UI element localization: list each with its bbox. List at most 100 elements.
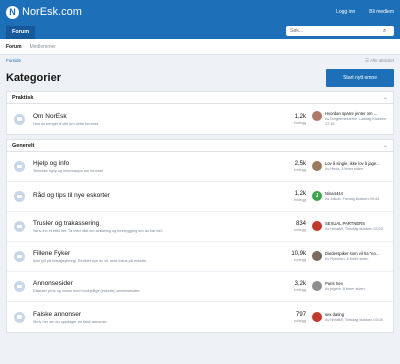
post-count: 1,2k innlegg [272,191,312,202]
post-count: 3,2k innlegg [272,281,312,292]
post-count-value: 1,2k [294,191,306,197]
forum-icon [14,191,25,202]
collapse-chevron-icon[interactable]: ⌄ [383,94,388,101]
forum-title-link[interactable]: Falske annonser [33,311,272,318]
forum-info: Annonsesider Diskuter jevis og minus med… [33,280,272,293]
category-section: Generelt ⌄ Hjelp og info Tekniske hjelp … [6,139,394,333]
post-count-label: innlegg [293,120,306,125]
avatar[interactable]: J [312,191,322,202]
tab-forum[interactable]: Forum [6,26,36,39]
last-post-title-link[interactable]: Lov å single, ikke lov å jage... [325,161,380,166]
all-activity-link[interactable]: ☰ Alle aktivitet [365,58,394,64]
main-nav: Forum ⌕ [0,24,400,39]
forum-description: Ikke fyll på bidragsyteregl. Etotidet ny… [33,259,148,263]
last-post-text: SEXUAL PARTNERS Av hbhaMl, Torsdag klokk… [325,221,383,232]
last-post-title-link[interactable]: Hvordan sparre jenter om ... [325,111,388,116]
last-post-meta: Av jegem, 8 timer siden [325,287,365,292]
post-count: 1,2k innlegg [272,114,312,125]
post-count-value: 10,9k [291,251,306,257]
sub-nav: Forum Medlemmer [0,39,400,55]
post-count-value: 1,2k [294,113,306,120]
last-post: Diederspiker som vil ha "no... Av Ryente… [312,251,388,262]
collapse-chevron-icon[interactable]: ⌄ [383,142,388,149]
last-post-meta: Av Ryenten, 8 timer siden [325,257,369,262]
last-post-meta: Av Hexa, 3 timer siden [325,167,364,172]
section-title: Generelt [12,142,35,149]
last-post-meta: Av Jakob, Fredag klokken 09:44 [325,197,380,202]
forum-description: Tekniske hjelp og informasjon om forumet [33,169,104,173]
post-count-value: 834 [295,221,306,227]
forum-title-link[interactable]: Råd og tips til nye eskorter [33,192,272,199]
last-post-text: Hvordan sparre jenter om ... Av borgerme… [325,111,388,127]
user-links: Logg inn Bli medlem [336,9,394,15]
search-box[interactable]: ⌕ [286,26,394,36]
site-logo[interactable]: N NorEsk.com [6,5,82,19]
title-row: Kategorier Start nytt emne [0,67,400,87]
subnav-members[interactable]: Medlemmer [30,44,56,50]
last-post: Hvordan sparre jenter om ... Av borgerme… [312,111,388,127]
top-header: N NorEsk.com Logg inn Bli medlem [0,0,400,24]
last-post-title-link[interactable]: Diederspiker som vil ha "no... [325,251,379,256]
forum-description: Diskuter jevis og minus med forskjellige… [33,289,141,293]
forum-row: Annonsesider Diskuter jevis og minus med… [7,272,393,302]
last-post-title-link[interactable]: sex dating [325,312,383,317]
forum-description: Skriv her om du oppdager en falsk annons… [33,319,108,324]
last-post-title-link[interactable]: Paris Sex [325,281,365,286]
forum-title-link[interactable]: Om NorEsk [33,113,272,120]
avatar[interactable] [312,111,322,122]
section-header[interactable]: Praktisk ⌄ [7,92,393,104]
avatar[interactable] [312,221,322,232]
login-link[interactable]: Logg inn [336,9,355,15]
forum-row: Om NorEsk Hva du trenger å vite om dette… [7,104,393,134]
last-post-meta: Av borgermesteren, Lørdag Klokken 17:18 [325,117,386,126]
forum-row: Falske annonser Skriv her om du oppdager… [7,302,393,332]
all-activity-label: Alle aktivitet [369,58,394,63]
post-count-label: innlegg [293,198,306,202]
last-post-title-link[interactable]: Nina4444 [325,191,379,196]
avatar[interactable] [312,161,322,172]
nav-tabs: Forum [6,26,36,39]
last-post: sex dating Av hbhaMl, Torsdag klokken 03… [312,311,388,323]
post-count-value: 2,5k [294,161,306,167]
post-count-label: innlegg [293,258,306,262]
page-title: Kategorier [6,72,62,84]
post-count-value: 3,2k [294,281,306,287]
last-post-text: Nina4444 Av Jakob, Fredag klokken 09:44 [325,191,379,202]
breadcrumb-home[interactable]: Forside [6,58,21,64]
forum-icon [14,161,25,172]
forum-title-link[interactable]: Fillene Fyker [33,250,272,257]
forum-row: Trusler og trakassering Skriv inn et eti… [7,212,393,242]
post-count-label: innlegg [293,288,306,292]
start-topic-button[interactable]: Start nytt emne [326,69,394,87]
forum-title-link[interactable]: Hjelp og info [33,160,272,167]
forum-title-link[interactable]: Annonsesider [33,280,272,287]
forum-description: Skriv inn et etikt her. Ta med rådt om a… [33,229,163,233]
last-post: Paris Sex Av jegem, 8 timer siden [312,281,388,292]
avatar[interactable] [312,281,322,292]
subnav-forum[interactable]: Forum [6,44,22,50]
category-section: Praktisk ⌄ Om NorEsk Hva du trenger å vi… [6,91,394,135]
search-input[interactable] [290,28,380,34]
post-count: 834 innlegg [272,221,312,232]
post-count-value: 797 [295,311,306,318]
register-link[interactable]: Bli medlem [369,9,394,15]
search-icon[interactable]: ⌕ [383,28,386,35]
avatar[interactable] [312,251,322,262]
section-header[interactable]: Generelt ⌄ [7,140,393,152]
forum-icon [14,221,25,232]
forum-info: Hjelp og info Tekniske hjelp og informas… [33,160,272,173]
forum-row: Hjelp og info Tekniske hjelp og informas… [7,152,393,182]
last-post: SEXUAL PARTNERS Av hbhaMl, Torsdag klokk… [312,221,388,232]
post-count: 2,5k innlegg [272,161,312,172]
avatar[interactable] [312,311,322,322]
forum-row: Råd og tips til nye eskorter 1,2k innleg… [7,182,393,212]
breadcrumb: Forside ☰ Alle aktivitet [0,55,400,67]
forum-title-link[interactable]: Trusler og trakassering [33,220,272,227]
last-post-title-link[interactable]: SEXUAL PARTNERS [325,221,383,226]
last-post-text: Paris Sex Av jegem, 8 timer siden [325,281,365,292]
forum-icon [14,113,25,125]
forum-row: Fillene Fyker Ikke fyll på bidragsytereg… [7,242,393,272]
last-post-meta: Av hbhaMl, Torsdag klokken 03:03 [325,227,383,232]
forum-info: Trusler og trakassering Skriv inn et eti… [33,220,272,233]
last-post-text: sex dating Av hbhaMl, Torsdag klokken 03… [325,312,383,323]
